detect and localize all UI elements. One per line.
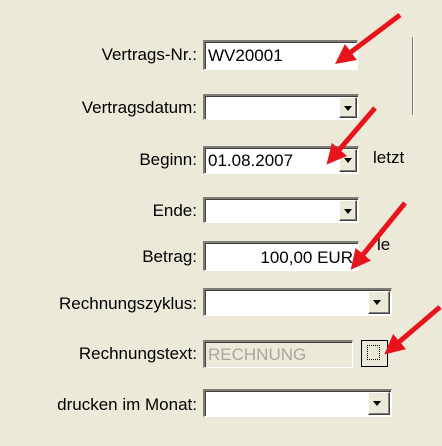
annotation-arrow-ellipsis [384, 305, 442, 355]
annotation-arrow-vertragsnr [335, 13, 402, 65]
annotation-arrows [326, 13, 442, 355]
annotation-arrow-betrag [350, 201, 407, 270]
annotation-arrow-beginn [326, 106, 377, 165]
